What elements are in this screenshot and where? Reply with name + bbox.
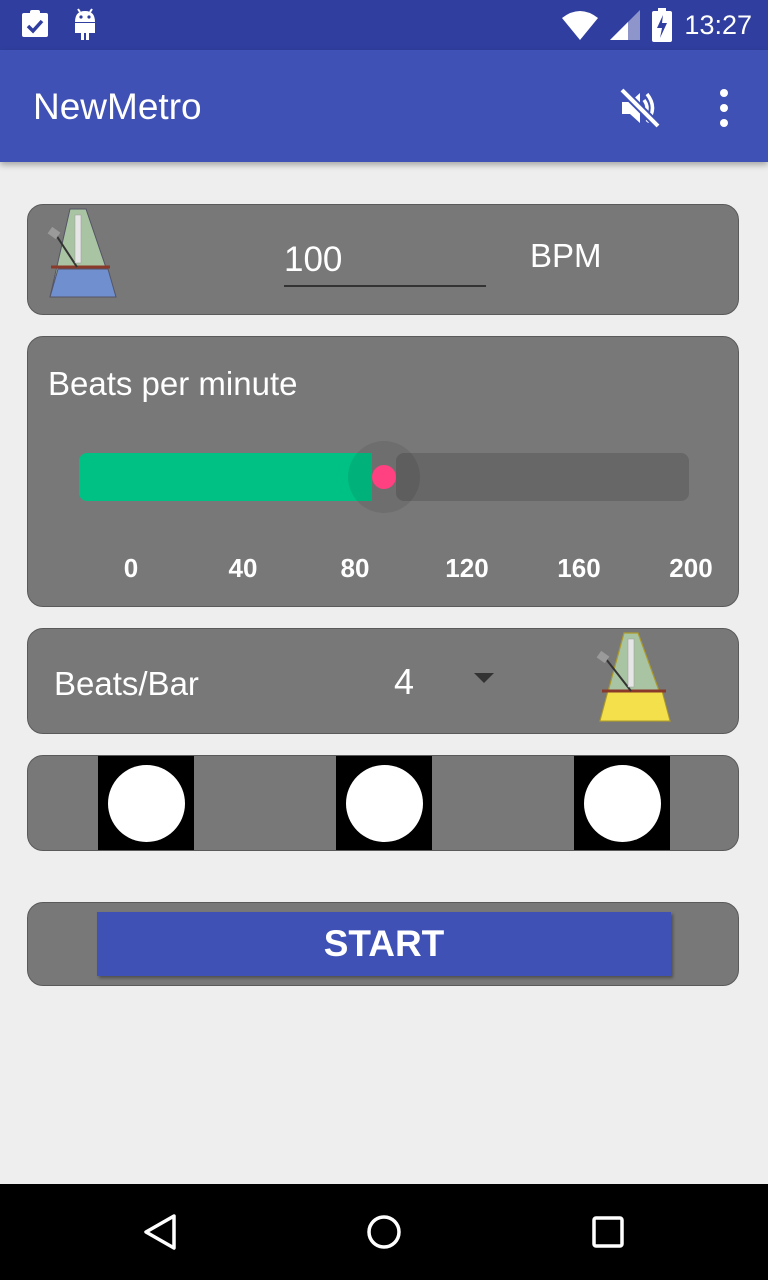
battery-charging-icon xyxy=(652,8,673,42)
beats-per-bar-value: 4 xyxy=(394,661,415,702)
app-bar: NewMetro xyxy=(0,50,768,162)
slider-track xyxy=(396,453,689,501)
beat-indicator-2 xyxy=(336,756,432,850)
volume-off-icon[interactable] xyxy=(616,84,664,132)
overflow-menu-icon[interactable] xyxy=(700,84,748,132)
navigation-bar xyxy=(0,1184,768,1280)
beat-dot xyxy=(108,765,185,842)
beat-dot xyxy=(584,765,661,842)
dropdown-arrow-icon xyxy=(474,673,494,683)
recents-icon[interactable] xyxy=(584,1208,632,1256)
clipboard-check-icon xyxy=(22,10,48,37)
bpm-card: 100 BPM xyxy=(27,204,739,315)
slider-tick-label: 160 xyxy=(557,553,601,583)
slider-tick-label: 120 xyxy=(445,553,489,583)
beat-indicator-3 xyxy=(574,756,670,850)
slider-tick-label: 80 xyxy=(340,553,370,583)
beat-indicators-card xyxy=(27,755,739,851)
signal-icon xyxy=(610,10,641,40)
bpm-slider-card: Beats per minute 0 40 80 120 160 200 xyxy=(27,336,739,607)
slider-tick-label: 40 xyxy=(228,553,258,583)
beats-per-bar-label: Beats/Bar xyxy=(54,665,199,702)
status-bar: 13:27 xyxy=(0,0,768,50)
slider-tick-label: 200 xyxy=(669,553,713,583)
beat-indicator-1 xyxy=(98,756,194,850)
beat-dot xyxy=(346,765,423,842)
bpm-unit-label: BPM xyxy=(530,237,602,274)
back-icon[interactable] xyxy=(136,1208,184,1256)
metronome-icon xyxy=(596,632,671,722)
beats-per-bar-card: Beats/Bar 4 xyxy=(27,628,739,734)
beats-per-bar-dropdown[interactable]: 4 xyxy=(388,659,508,709)
app-title: NewMetro xyxy=(33,86,202,127)
slider-tick-label: 0 xyxy=(123,553,139,583)
slider-fill xyxy=(79,453,372,501)
home-icon[interactable] xyxy=(360,1208,408,1256)
slider-thumb[interactable] xyxy=(372,465,396,489)
wifi-icon xyxy=(562,11,599,40)
start-card: START xyxy=(27,902,739,986)
slider-label: Beats per minute xyxy=(48,365,298,402)
start-button[interactable]: START xyxy=(97,912,671,976)
slider-tick-labels: 0 40 80 120 160 200 xyxy=(75,553,715,589)
bpm-input[interactable]: 100 xyxy=(284,235,486,287)
metronome-icon xyxy=(47,208,117,298)
android-icon xyxy=(75,8,95,40)
status-time: 13:27 xyxy=(684,9,752,40)
bpm-slider[interactable] xyxy=(79,441,689,513)
